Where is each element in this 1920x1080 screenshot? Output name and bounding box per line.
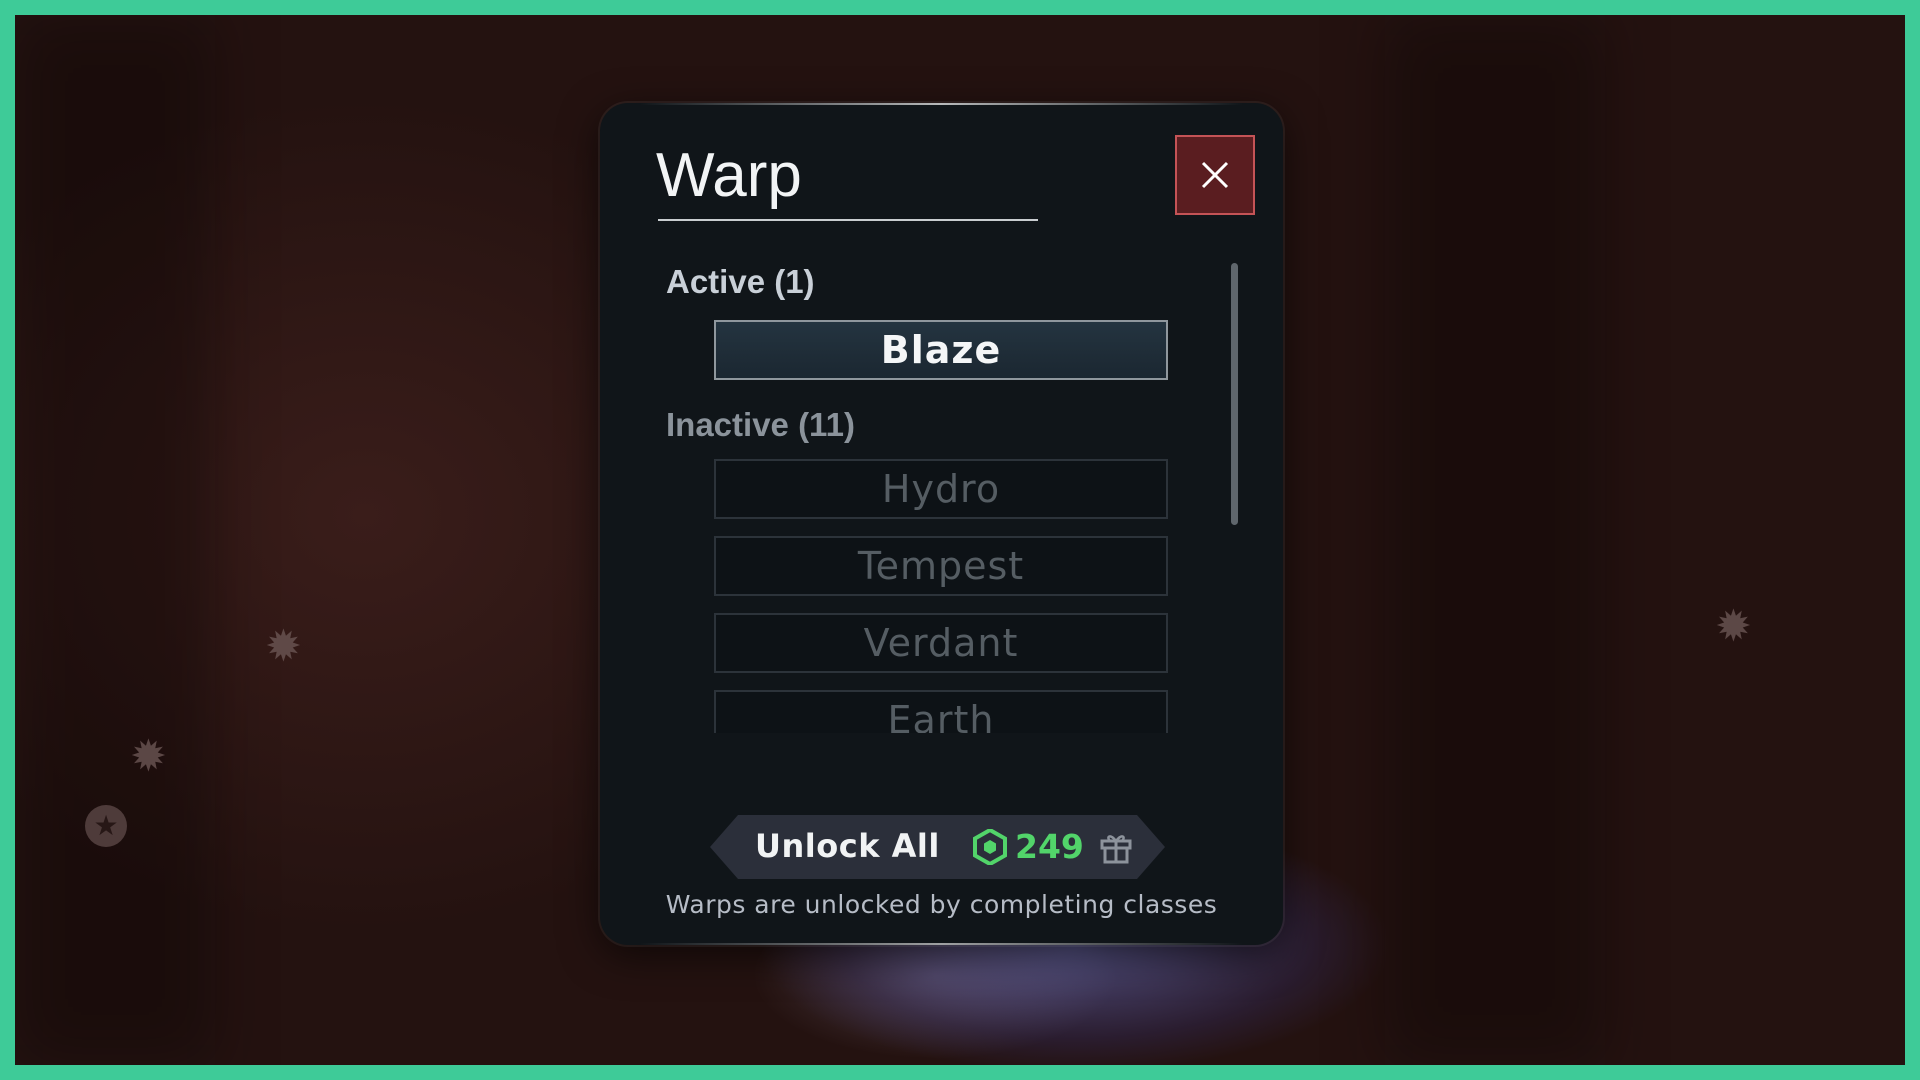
unlock-all-button[interactable]: Unlock All 249 <box>710 815 1165 879</box>
warp-item-tempest[interactable]: Tempest <box>714 536 1168 596</box>
dialog-title: Warp <box>656 141 802 210</box>
close-button[interactable] <box>1175 135 1255 215</box>
unlock-price: 249 <box>1015 827 1084 866</box>
warp-item-earth[interactable]: Earth <box>714 690 1168 733</box>
background-shadow <box>1385 15 1605 1065</box>
warp-list[interactable]: Active (1) Blaze Inactive (11) Hydro Tem… <box>666 253 1186 733</box>
warp-item-hydro[interactable]: Hydro <box>714 459 1168 519</box>
inactive-section-label: Inactive (11) <box>666 406 855 443</box>
sun-icon: ✹ <box>1715 601 1752 652</box>
warp-item-blaze[interactable]: Blaze <box>714 320 1168 380</box>
warp-dialog: Warp Active (1) Blaze Inactive (11) Hydr… <box>600 103 1283 945</box>
unlock-all-label: Unlock All <box>755 827 940 865</box>
active-section-label: Active (1) <box>666 263 815 300</box>
title-underline <box>658 219 1038 221</box>
sun-icon: ✹ <box>130 731 167 782</box>
unlock-hint: Warps are unlocked by completing classes <box>665 890 1218 919</box>
warp-item-verdant[interactable]: Verdant <box>714 613 1168 673</box>
robux-icon <box>973 829 1007 865</box>
background-shadow <box>15 15 215 1065</box>
star-badge-icon: ★ <box>85 805 127 847</box>
close-icon <box>1201 161 1229 189</box>
scrollbar[interactable] <box>1231 263 1238 525</box>
gift-icon <box>1100 835 1132 864</box>
sun-icon: ✹ <box>265 621 302 672</box>
